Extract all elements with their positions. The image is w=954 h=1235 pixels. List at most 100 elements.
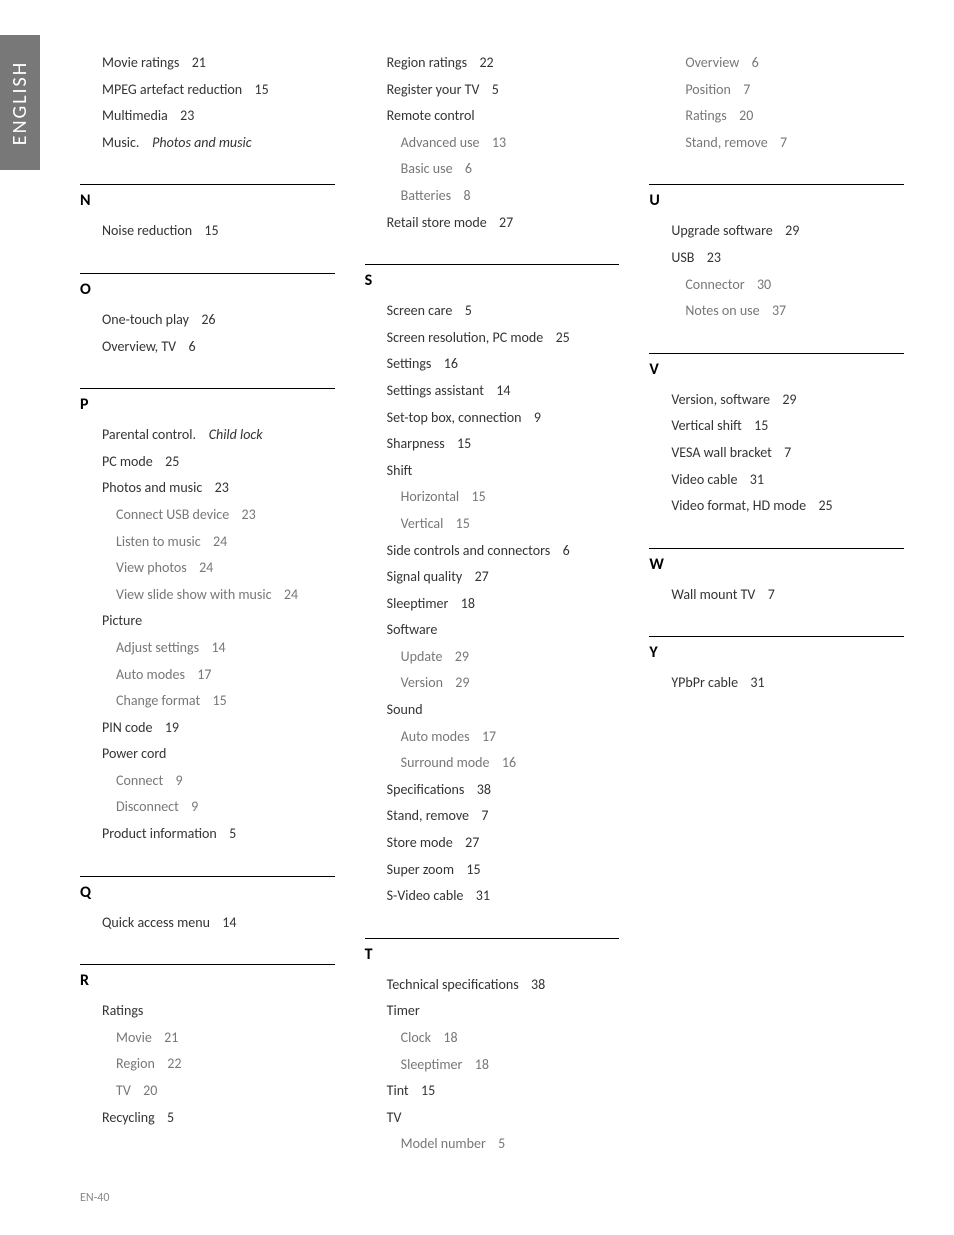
section-letter: S xyxy=(365,271,620,290)
index-entry: Specifications 38 xyxy=(365,777,620,804)
entry-label: Change format xyxy=(116,692,200,709)
entry-label: Photos and music xyxy=(102,479,202,496)
entry-page: 37 xyxy=(772,302,786,319)
index-entry: Sharpness 15 xyxy=(365,431,620,458)
entry-page: 15 xyxy=(204,222,218,239)
entry-label: Retail store mode xyxy=(387,214,487,231)
index-entry: Noise reduction 15 xyxy=(80,218,335,245)
entry-page: 27 xyxy=(475,568,489,585)
index-section-continuation: Movie ratings 21MPEG artefact reduction … xyxy=(80,50,335,156)
entry-label: VESA wall bracket xyxy=(671,444,771,461)
index-subentry: Surround mode 16 xyxy=(365,750,620,777)
entry-label: Movie ratings xyxy=(102,54,179,71)
entry-label: Upgrade software xyxy=(671,222,772,239)
index-entry: TV xyxy=(365,1105,620,1132)
entry-label: PIN code xyxy=(102,719,152,736)
index-entry: Register your TV 5 xyxy=(365,77,620,104)
entry-label: Register your TV xyxy=(387,81,480,98)
index-entry: PIN code 19 xyxy=(80,715,335,742)
index-entry: Software xyxy=(365,617,620,644)
index-subentry: Vertical 15 xyxy=(365,511,620,538)
entry-label: Sleeptimer xyxy=(387,595,449,612)
index-entry: Picture xyxy=(80,608,335,635)
section-letter: W xyxy=(649,555,904,574)
index-subentry: Clock 18 xyxy=(365,1025,620,1052)
index-section-S: SScreen care 5Screen resolution, PC mode… xyxy=(365,264,620,910)
entry-label: Settings xyxy=(387,355,432,372)
entry-page: 7 xyxy=(743,81,750,98)
index-entry: Upgrade software 29 xyxy=(649,218,904,245)
entry-see-reference: Photos and music xyxy=(152,134,251,151)
entry-page: 9 xyxy=(191,798,198,815)
entry-label: Set-top box, connection xyxy=(387,409,522,426)
entry-page: 6 xyxy=(188,338,195,355)
entry-page: 18 xyxy=(475,1056,489,1073)
entry-label: Version xyxy=(401,674,443,691)
section-letter: Q xyxy=(80,883,335,902)
entry-page: 15 xyxy=(255,81,269,98)
entry-label: Region ratings xyxy=(387,54,467,71)
index-entry: Quick access menu 14 xyxy=(80,910,335,937)
index-entry: Retail store mode 27 xyxy=(365,210,620,237)
index-section-V: VVersion, software 29Vertical shift 15VE… xyxy=(649,353,904,520)
entry-label: Sound xyxy=(387,701,423,718)
entry-page: 15 xyxy=(466,861,480,878)
index-column-3: Overview 6Position 7Ratings 20Stand, rem… xyxy=(649,50,904,1186)
section-letter: O xyxy=(80,280,335,299)
entry-page: 7 xyxy=(780,134,787,151)
entry-label: Video format, HD mode xyxy=(671,497,806,514)
section-letter: V xyxy=(649,360,904,379)
entry-page: 24 xyxy=(199,559,213,576)
entry-page: 5 xyxy=(492,81,499,98)
section-divider xyxy=(649,353,904,354)
entry-page: 23 xyxy=(707,249,721,266)
entry-page: 29 xyxy=(455,648,469,665)
index-entry: Multimedia 23 xyxy=(80,103,335,130)
index-subentry: Connect 9 xyxy=(80,768,335,795)
entry-page: 25 xyxy=(165,453,179,470)
entry-label: Model number xyxy=(401,1135,486,1152)
index-section-W: WWall mount TV 7 xyxy=(649,548,904,609)
index-subentry: Advanced use 13 xyxy=(365,130,620,157)
entry-page: 29 xyxy=(455,674,469,691)
section-divider xyxy=(80,876,335,877)
entry-label: Settings assistant xyxy=(387,382,484,399)
entry-page: 31 xyxy=(750,674,764,691)
entry-label: Ratings xyxy=(685,107,726,124)
index-entry: Vertical shift 15 xyxy=(649,413,904,440)
index-section-U: UUpgrade software 29USB 23Connector 30No… xyxy=(649,184,904,324)
index-subentry: Connector 30 xyxy=(649,272,904,299)
index-entry: Store mode 27 xyxy=(365,830,620,857)
entry-page: 24 xyxy=(284,586,298,603)
entry-label: Horizontal xyxy=(401,488,459,505)
section-divider xyxy=(649,548,904,549)
index-subentry: Sleeptimer 18 xyxy=(365,1052,620,1079)
entry-label: Power cord xyxy=(102,745,166,762)
section-letter: P xyxy=(80,395,335,414)
index-subentry: View photos 24 xyxy=(80,555,335,582)
entry-page: 24 xyxy=(213,533,227,550)
section-divider xyxy=(80,388,335,389)
entry-label: Adjust settings xyxy=(116,639,199,656)
entry-label: Timer xyxy=(387,1002,420,1019)
entry-page: 26 xyxy=(201,311,215,328)
entry-page: 6 xyxy=(752,54,759,71)
entry-page: 14 xyxy=(496,382,510,399)
entry-page: 15 xyxy=(213,692,227,709)
entry-label: Technical specifications xyxy=(387,976,519,993)
index-entry: Ratings xyxy=(80,998,335,1025)
entry-page: 18 xyxy=(461,595,475,612)
entry-label: Stand, remove xyxy=(387,807,469,824)
entry-label: Screen resolution, PC mode xyxy=(387,329,544,346)
index-subentry: Batteries 8 xyxy=(365,183,620,210)
entry-label: Super zoom xyxy=(387,861,454,878)
index-section-Y: YYPbPr cable 31 xyxy=(649,636,904,697)
section-divider xyxy=(365,938,620,939)
entry-page: 17 xyxy=(197,666,211,683)
section-divider xyxy=(649,636,904,637)
index-entry: Parental control. Child lock xyxy=(80,422,335,449)
index-entry: Stand, remove 7 xyxy=(365,803,620,830)
index-section-P: PParental control. Child lockPC mode 25P… xyxy=(80,388,335,848)
index-columns: Movie ratings 21MPEG artefact reduction … xyxy=(80,50,904,1186)
entry-label: Wall mount TV xyxy=(671,586,755,603)
